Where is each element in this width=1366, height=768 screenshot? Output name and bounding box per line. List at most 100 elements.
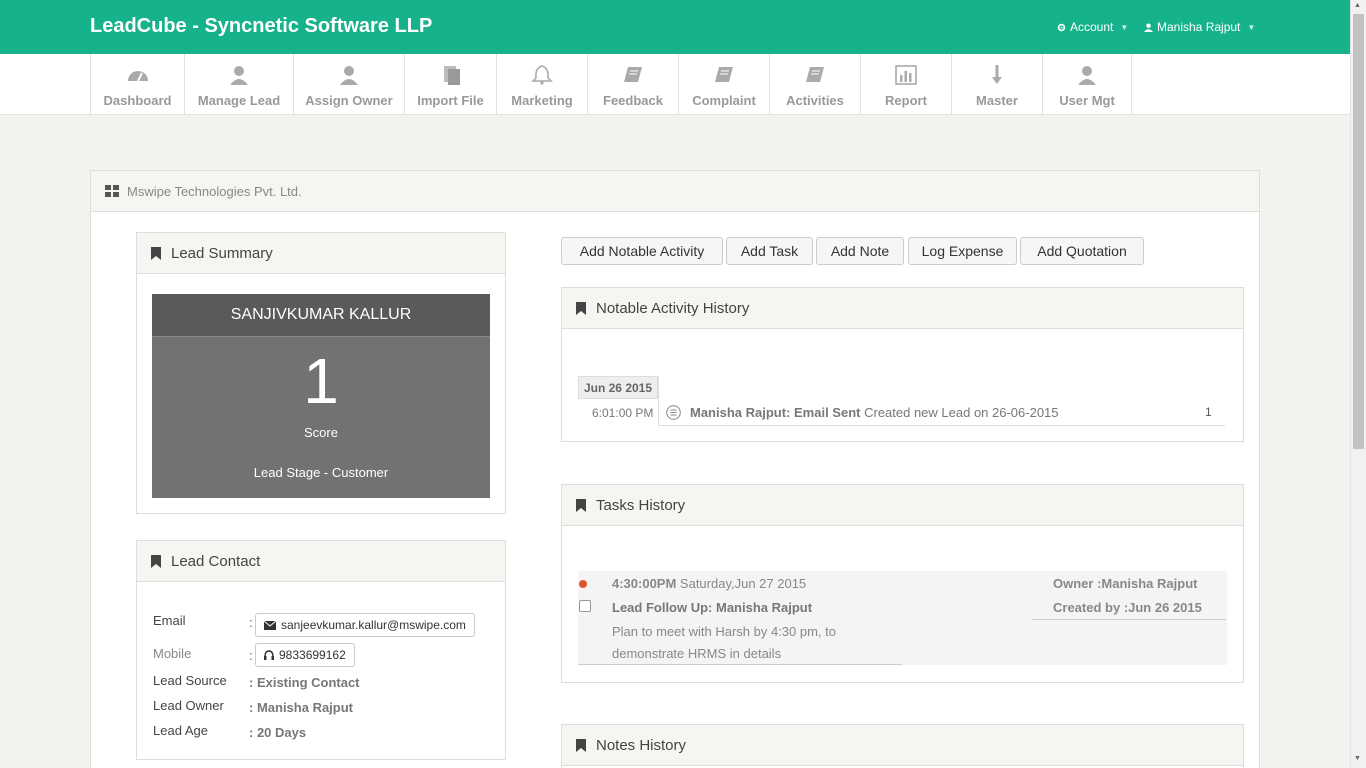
user-icon	[230, 66, 248, 85]
user-menu[interactable]: Manisha Rajput ▼	[1144, 20, 1255, 34]
task-datetime: 4:30:00PM Saturday,Jun 27 2015	[612, 576, 806, 591]
nav-label: Master	[976, 93, 1018, 108]
task-description-line1: Plan to meet with Harsh by 4:30 pm, to	[612, 624, 836, 639]
brand-title[interactable]: LeadCube - Syncnetic Software LLP	[90, 15, 432, 38]
add-notable-activity-button[interactable]: Add Notable Activity	[561, 237, 723, 265]
lead-source-value: : Existing Contact	[249, 675, 360, 690]
task-time: 4:30:00PM	[612, 576, 677, 591]
activity-entry[interactable]: Manisha Rajput: Email Sent Created new L…	[690, 405, 1059, 420]
book-icon	[806, 67, 824, 82]
lead-stage: Lead Stage - Customer	[253, 465, 389, 480]
lead-score: 1	[303, 345, 339, 417]
notable-activity-history-box: Notable Activity History Jun 26 2015 6:0…	[561, 287, 1244, 442]
add-quotation-button[interactable]: Add Quotation	[1020, 237, 1144, 265]
email-button[interactable]: sanjeevkumar.kallur@mswipe.com	[255, 613, 475, 637]
user-label: Manisha Rajput	[1157, 20, 1241, 34]
activity-date-tag: Jun 26 2015	[578, 376, 658, 399]
nav-dashboard[interactable]: Dashboard	[90, 54, 184, 114]
headphones-icon	[264, 650, 274, 660]
separator: :	[249, 648, 253, 663]
nav-label: Manage Lead	[197, 93, 281, 108]
grid-icon	[105, 185, 119, 197]
account-label: Account	[1070, 20, 1114, 34]
company-name: Mswipe Technologies Pvt. Ltd.	[127, 183, 302, 199]
lead-age-value: : 20 Days	[249, 725, 307, 740]
task-subject[interactable]: Lead Follow Up: Manisha Rajput	[612, 600, 812, 615]
log-expense-button[interactable]: Log Expense	[908, 237, 1017, 265]
activity-entry-text: Created new Lead on 26-06-2015	[860, 405, 1059, 420]
nav-label: Marketing	[511, 93, 573, 108]
nav-marketing[interactable]: Marketing	[496, 54, 587, 114]
task-checkbox[interactable]	[579, 600, 591, 612]
lead-summary-card: SANJIVKUMAR KALLUR 1 Score Lead Stage - …	[152, 294, 490, 498]
activity-divider	[659, 425, 1225, 426]
scroll-up-icon[interactable]: ▲	[1354, 2, 1361, 9]
nav-manage-lead[interactable]: Manage Lead	[184, 54, 293, 114]
notable-activity-header: Notable Activity History	[562, 288, 1243, 329]
lead-owner-value: : Manisha Rajput	[249, 700, 354, 715]
nav-label: Complaint	[692, 93, 756, 108]
lead-name: SANJIVKUMAR KALLUR	[152, 294, 490, 337]
bell-icon	[531, 65, 553, 85]
chevron-down-icon: ▼	[1247, 22, 1256, 32]
add-note-button[interactable]: Add Note	[816, 237, 904, 265]
email-label: Email	[153, 613, 186, 628]
activity-entry-title: Manisha Rajput: Email Sent	[690, 405, 861, 420]
nav-label: Import File	[417, 93, 484, 108]
nav-import-file[interactable]: Import File	[404, 54, 496, 114]
task-description-line2: demonstrate HRMS in details	[612, 646, 782, 661]
user-icon	[1144, 22, 1153, 32]
score-label: Score	[304, 425, 338, 440]
nav-assign-owner[interactable]: Assign Owner	[293, 54, 404, 114]
add-task-button[interactable]: Add Task	[726, 237, 813, 265]
user-icon	[340, 66, 358, 85]
user-icon	[1078, 66, 1096, 85]
tasks-history-header: Tasks History	[562, 485, 1243, 526]
nav-feedback[interactable]: Feedback	[587, 54, 678, 114]
bar-chart-icon	[895, 65, 917, 85]
lead-source-label: Lead Source	[153, 673, 227, 688]
book-icon	[715, 67, 733, 82]
nav-label: Assign Owner	[305, 93, 393, 108]
nav-label: Report	[885, 93, 927, 108]
nav-report[interactable]: Report	[860, 54, 951, 114]
mobile-label: Mobile	[153, 646, 192, 661]
nav-user-mgt[interactable]: User Mgt	[1042, 54, 1132, 114]
bookmark-icon	[151, 246, 161, 260]
nav-activities[interactable]: Activities	[769, 54, 860, 114]
notes-history-box: Notes History	[561, 724, 1244, 768]
dashboard-icon	[127, 71, 148, 82]
bookmark-icon	[576, 301, 586, 315]
gear-icon	[1057, 23, 1066, 31]
tasks-history-box: Tasks History 4:30:00PM Saturday,Jun 27 …	[561, 484, 1244, 683]
scrollbar-thumb[interactable]	[1353, 14, 1364, 449]
lead-summary-box: Lead Summary SANJIVKUMAR KALLUR 1 Score …	[136, 232, 506, 514]
nav-label: User Mgt	[1059, 93, 1115, 108]
bookmark-icon	[151, 554, 161, 568]
mobile-value: 9833699162	[279, 648, 346, 662]
chevron-down-icon: ▼	[1120, 22, 1129, 32]
task-divider	[578, 664, 902, 665]
envelope-icon	[264, 620, 276, 630]
activity-time: 6:01:00 PM	[592, 406, 654, 420]
scrollbar-track[interactable]: ▲ ▼	[1350, 0, 1366, 768]
mobile-button[interactable]: 9833699162	[255, 643, 355, 667]
list-icon	[666, 405, 681, 420]
lead-contact-title: Lead Contact	[171, 552, 261, 570]
book-icon	[624, 67, 642, 82]
nav-label: Dashboard	[103, 93, 172, 108]
top-bar: LeadCube - Syncnetic Software LLP Accoun…	[0, 0, 1350, 54]
account-menu[interactable]: Account ▼	[1057, 20, 1128, 34]
main-nav: Dashboard Manage Lead Assign Owner Impor…	[0, 54, 1350, 115]
status-dot	[579, 580, 587, 588]
task-date: Saturday,Jun 27 2015	[676, 576, 807, 591]
file-icon	[443, 66, 460, 85]
nav-complaint[interactable]: Complaint	[678, 54, 769, 114]
nav-label: Feedback	[603, 93, 663, 108]
email-value: sanjeevkumar.kallur@mswipe.com	[281, 618, 466, 632]
separator: :	[249, 615, 253, 630]
nav-master[interactable]: Master	[951, 54, 1042, 114]
company-header: Mswipe Technologies Pvt. Ltd.	[91, 171, 1259, 212]
scroll-down-icon[interactable]: ▼	[1354, 755, 1361, 762]
task-created: Created by :Jun 26 2015	[1053, 600, 1202, 615]
